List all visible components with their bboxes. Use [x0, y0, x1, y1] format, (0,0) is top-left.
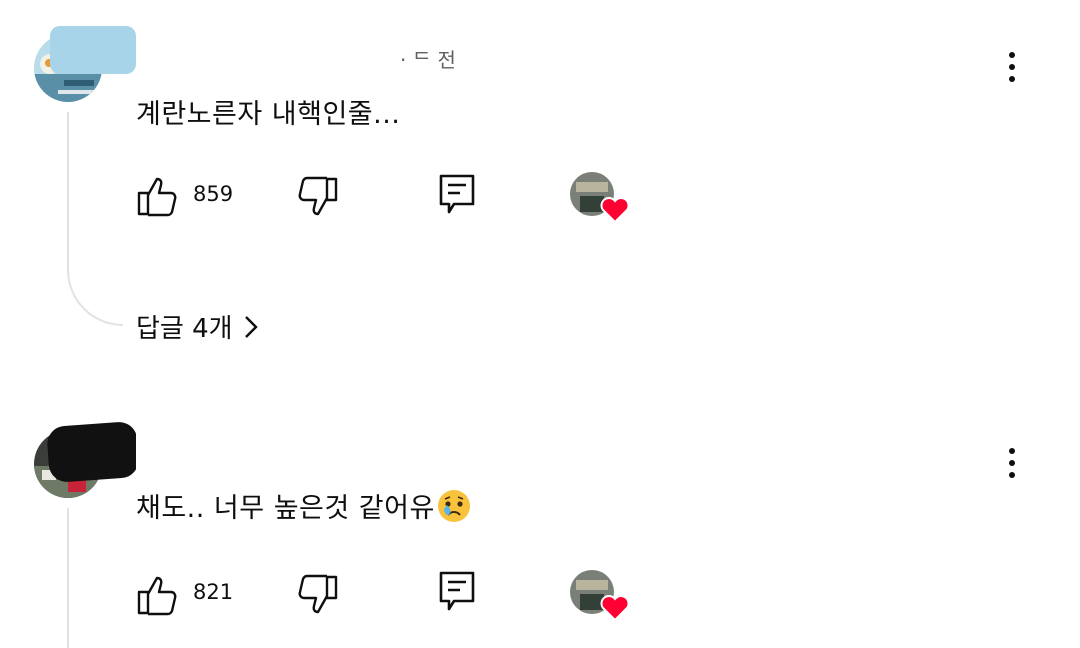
replies-label: 답글 4개 — [136, 314, 233, 344]
thumbs-up-icon[interactable] — [136, 175, 180, 217]
heart-icon — [600, 197, 630, 224]
thread-line-curve — [67, 250, 123, 326]
thread-line — [67, 508, 69, 648]
view-replies-button[interactable]: 답글 4개 — [136, 308, 259, 345]
thumbs-down-icon[interactable] — [295, 176, 339, 218]
like-count: 821 — [193, 580, 234, 604]
comment-text: 채도.. 너무 높은것 같어유 — [136, 486, 471, 525]
thumbs-down-icon[interactable] — [295, 574, 339, 616]
comment-icon[interactable] — [438, 570, 476, 614]
creator-heart — [570, 570, 630, 622]
thumbs-up-icon[interactable] — [136, 574, 180, 616]
like-count: 859 — [193, 182, 234, 206]
creator-heart — [570, 172, 630, 224]
redacted-username — [136, 412, 270, 470]
comment-timestamp: · ᄃ 전 — [400, 48, 456, 72]
chevron-right-icon — [244, 315, 258, 338]
thread-line — [67, 112, 69, 252]
comment-text: 계란노른자 내핵인줄... — [136, 99, 401, 130]
more-vertical-icon[interactable] — [1007, 52, 1017, 88]
crying-face-icon — [437, 490, 470, 522]
redacted-username — [46, 420, 140, 484]
more-vertical-icon[interactable] — [1007, 448, 1017, 484]
comment-icon[interactable] — [438, 173, 476, 217]
redacted-username — [136, 30, 402, 76]
heart-icon — [600, 595, 630, 622]
redacted-username — [50, 26, 136, 74]
